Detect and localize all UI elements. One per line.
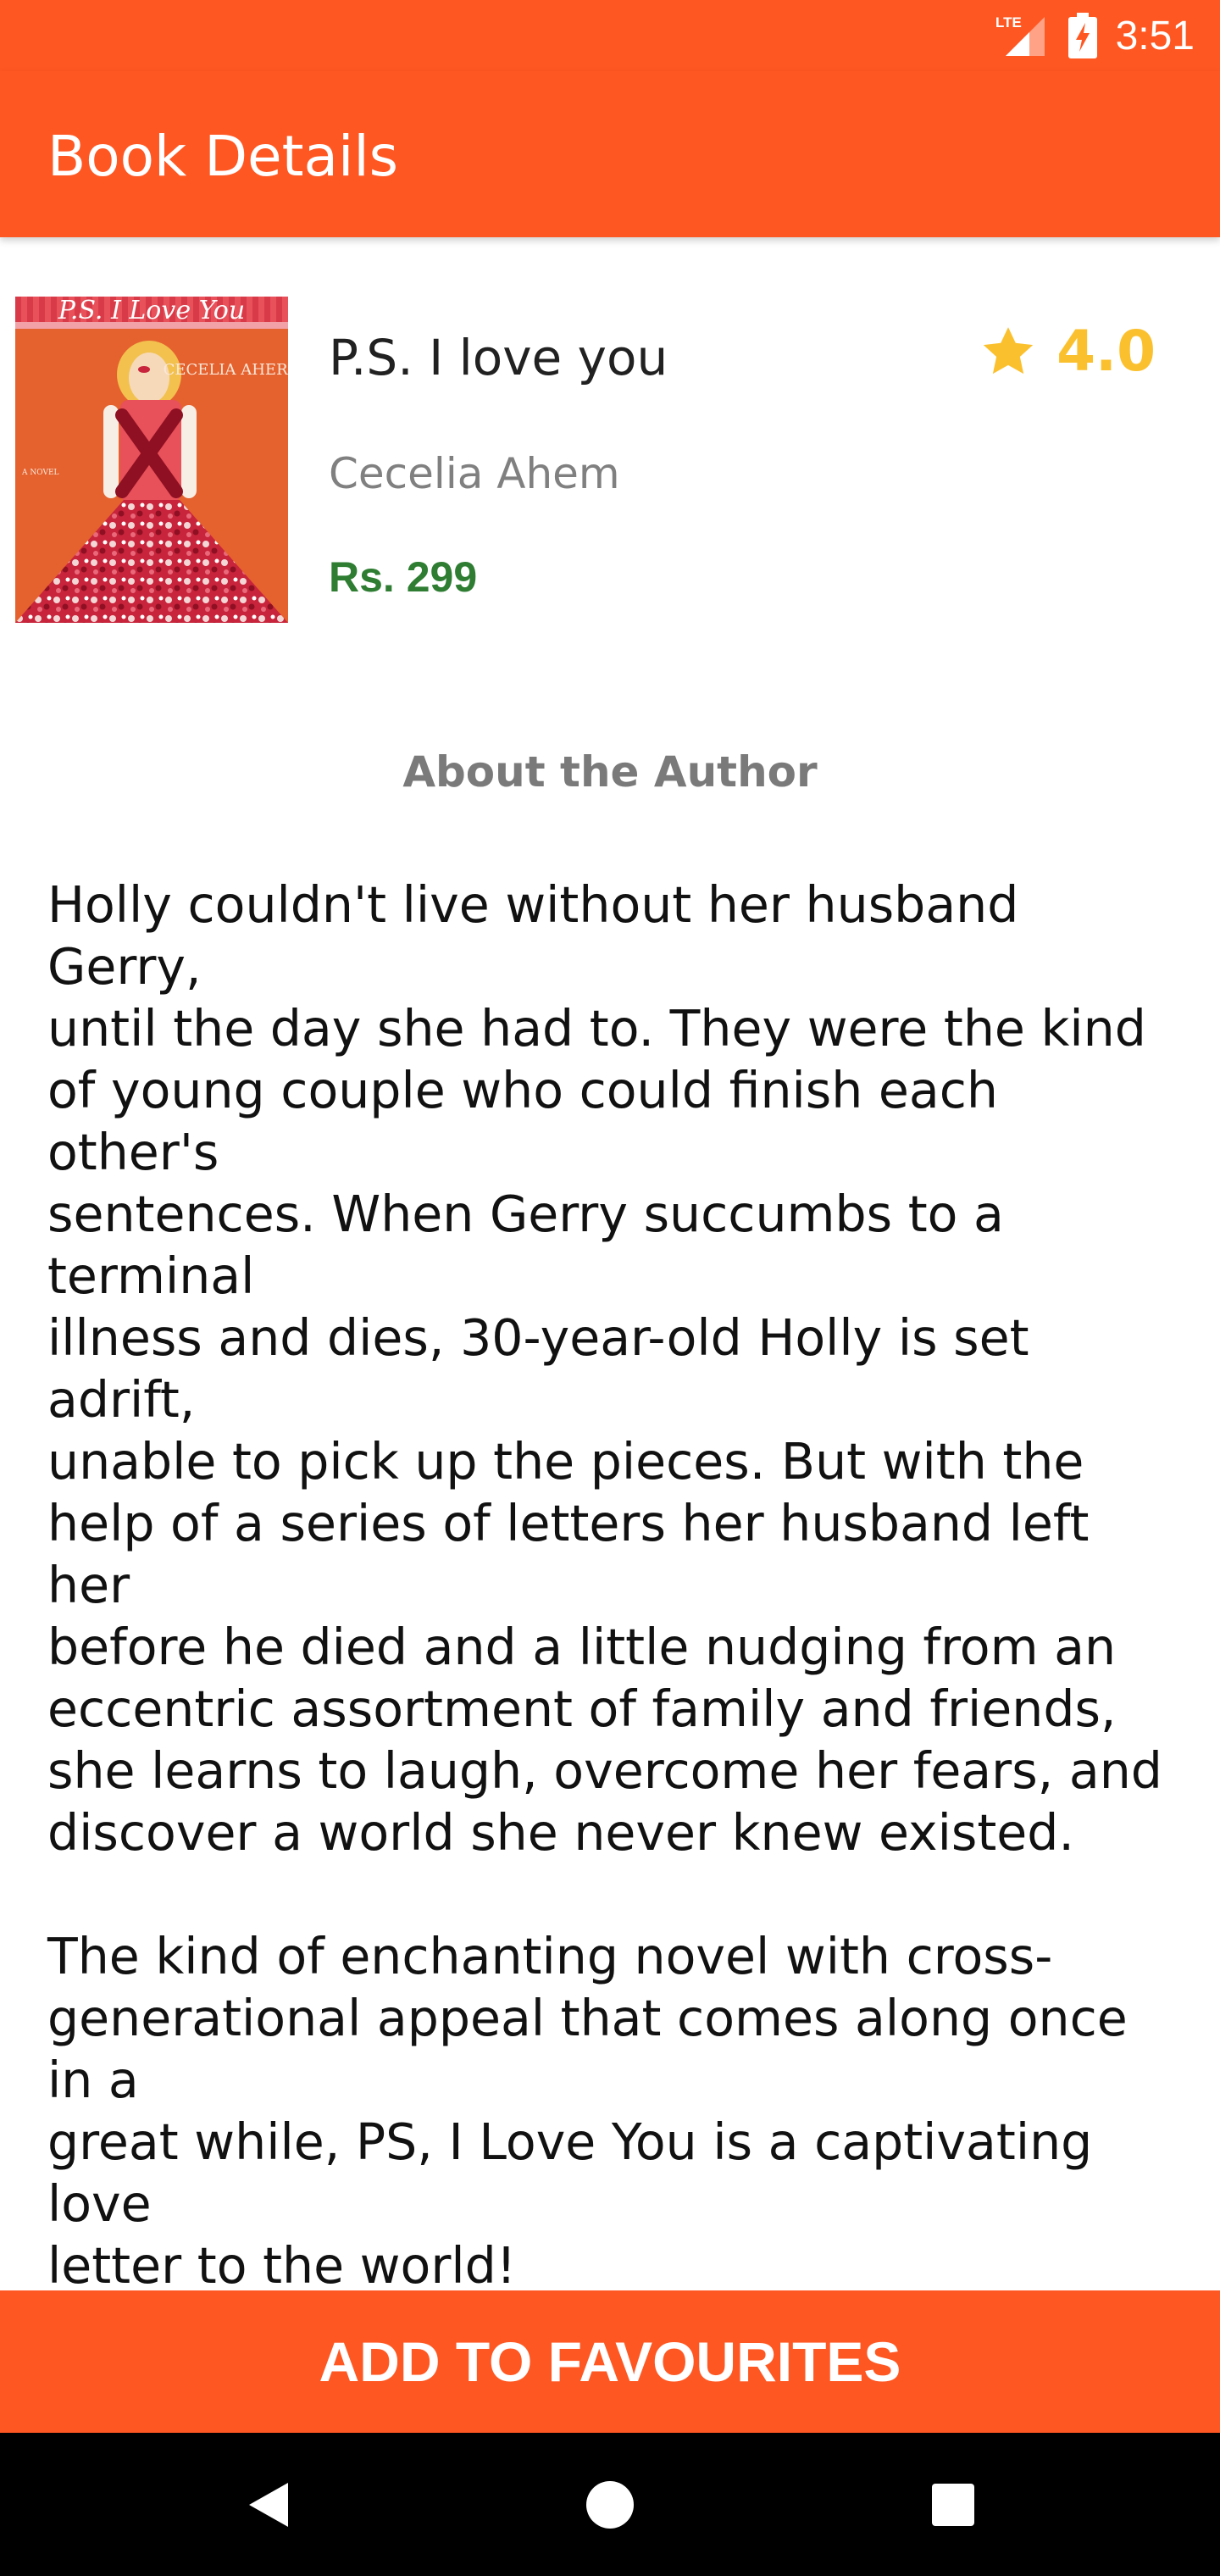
page-title: Book Details bbox=[47, 124, 399, 189]
book-cover-image: P.S. I Love You CECELIA AHERN A NOVEL bbox=[15, 297, 288, 623]
battery-charging-icon bbox=[1068, 13, 1097, 58]
cover-label-text: A NOVEL bbox=[21, 469, 59, 477]
status-time: 3:51 bbox=[1115, 13, 1195, 58]
description-paragraph-1: Holly couldn't live without her husband … bbox=[47, 876, 1162, 1862]
nav-back-button[interactable] bbox=[200, 2433, 336, 2576]
about-author-heading: About the Author bbox=[402, 747, 818, 797]
recents-icon bbox=[932, 2483, 974, 2526]
signal-icon: LTE bbox=[995, 14, 1045, 56]
home-icon bbox=[586, 2480, 634, 2529]
nav-recents-button[interactable] bbox=[885, 2433, 1021, 2576]
rating-value: 4.0 bbox=[1056, 319, 1156, 384]
book-price: Rs. 299 bbox=[329, 553, 478, 601]
book-description: Holly couldn't live without her husband … bbox=[47, 874, 1183, 2297]
status-bar: LTE 3:51 bbox=[0, 0, 1220, 71]
rating: 4.0 bbox=[979, 319, 1156, 384]
cover-title-text: P.S. I Love You bbox=[58, 297, 245, 325]
back-icon bbox=[249, 2482, 288, 2527]
description-paragraph-2: The kind of enchanting novel with cross-… bbox=[47, 1928, 1128, 2295]
add-to-favourites-button[interactable]: ADD TO FAVOURITES bbox=[0, 2290, 1220, 2433]
network-label: LTE bbox=[995, 14, 1022, 31]
app-bar: Book Details bbox=[0, 71, 1220, 237]
cover-author-text: CECELIA AHERN bbox=[164, 361, 288, 379]
nav-home-button[interactable] bbox=[542, 2433, 678, 2576]
navigation-bar bbox=[0, 2433, 1220, 2576]
star-icon bbox=[983, 326, 1034, 374]
status-icons: LTE 3:51 bbox=[995, 0, 1195, 71]
book-author: Cecelia Ahem bbox=[329, 449, 620, 498]
book-title: P.S. I love you bbox=[329, 329, 668, 386]
